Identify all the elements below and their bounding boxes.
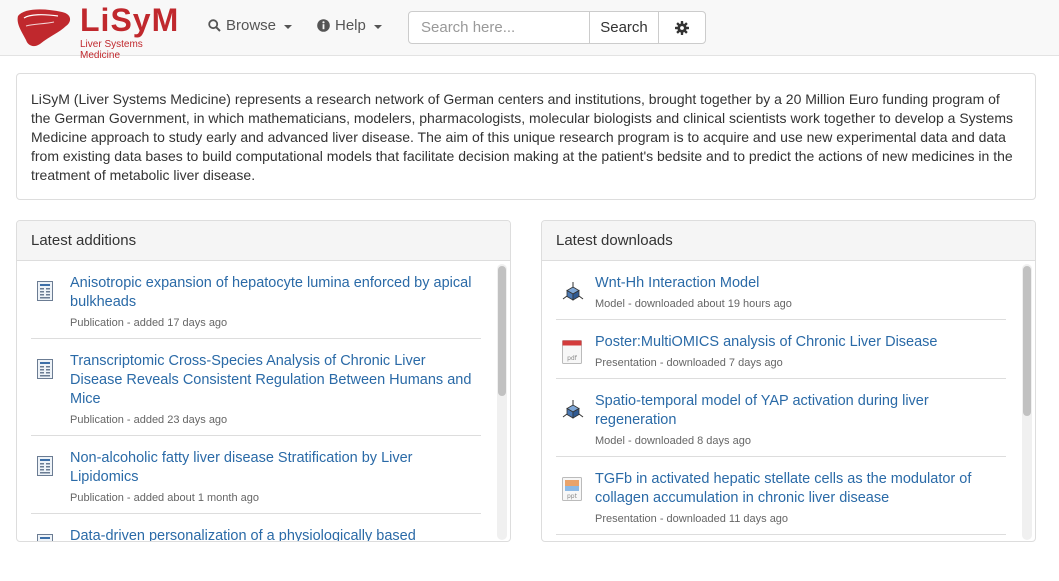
model-icon <box>562 399 584 421</box>
list-item[interactable]: pdf Poster:MultiOMICS analysis of Chronic… <box>556 320 1006 379</box>
liver-logo-icon <box>17 9 71 47</box>
gear-icon <box>675 20 689 35</box>
item-title-link[interactable]: Data-driven personalization of a physiol… <box>70 527 481 541</box>
item-meta: Publication - added 23 days ago <box>70 414 228 426</box>
top-navbar: LiSyM Liver Systems Medicine Browse Help… <box>0 0 1059 61</box>
item-title-link[interactable]: Anisotropic expansion of hepatocyte lumi… <box>70 274 481 312</box>
item-title-link[interactable]: Spatio-temporal model of YAP activation … <box>595 392 1006 430</box>
search-input[interactable] <box>408 11 590 44</box>
item-title-link[interactable]: Transcriptomic Cross-Species Analysis of… <box>70 352 481 409</box>
list-item[interactable]: Non-alcoholic fatty liver disease Strati… <box>31 436 481 514</box>
list-item[interactable]: Spatio-temporal model of YAP activation … <box>556 379 1006 457</box>
scrollbar-thumb[interactable] <box>498 266 506 396</box>
chevron-down-icon <box>284 24 293 29</box>
item-title-link[interactable]: Poster:MultiOMICS analysis of Chronic Li… <box>595 333 1006 352</box>
list-item[interactable]: ppt TGFb in activated hepatic stellate ce… <box>556 457 1006 535</box>
info-icon <box>317 19 330 32</box>
list-item[interactable]: Data-driven personalization of a physiol… <box>31 514 481 541</box>
latest-additions-list: Anisotropic expansion of hepatocyte lumi… <box>31 261 481 541</box>
item-title-link[interactable]: TGFb in activated hepatic stellate cells… <box>595 470 1006 508</box>
nav-browse-label: Browse <box>226 17 277 34</box>
about-text: LiSyM (Liver Systems Medicine) represent… <box>31 91 1013 183</box>
item-meta: Publication - added about 1 month ago <box>70 492 259 504</box>
latest-downloads-panel: Latest downloads Wnt-Hh Interaction Mode… <box>541 220 1036 542</box>
about-panel: LiSyM (Liver Systems Medicine) represent… <box>16 73 1036 200</box>
latest-downloads-list: Wnt-Hh Interaction Model Model - download… <box>556 261 1006 541</box>
brand-logo[interactable]: LiSyM Liver Systems Medicine <box>14 2 182 61</box>
svg-text:pdf: pdf <box>567 355 578 362</box>
chevron-down-icon <box>373 24 382 29</box>
svg-text:ppt: ppt <box>567 493 578 500</box>
nav-help-label: Help <box>335 17 366 34</box>
nav-browse[interactable]: Browse <box>208 17 293 34</box>
latest-additions-body[interactable]: Anisotropic expansion of hepatocyte lumi… <box>17 261 510 541</box>
latest-downloads-heading: Latest downloads <box>542 221 1035 261</box>
item-meta: Model - downloaded 8 days ago <box>595 435 751 447</box>
item-meta: Presentation - downloaded 7 days ago <box>595 357 783 369</box>
latest-downloads-body[interactable]: Wnt-Hh Interaction Model Model - download… <box>542 261 1035 541</box>
latest-additions-panel: Latest additions Anisotropic expansion o… <box>16 220 511 542</box>
publication-icon <box>37 534 57 541</box>
brand-title: LiSyM <box>80 2 180 38</box>
scrollbar[interactable] <box>497 264 507 540</box>
item-meta: Presentation - downloaded 11 days ago <box>595 513 789 525</box>
nav-help[interactable]: Help <box>317 17 382 34</box>
item-meta: Publication - added 17 days ago <box>70 317 228 329</box>
item-title-link[interactable]: Wnt-Hh Interaction Model <box>595 274 1006 293</box>
latest-additions-heading: Latest additions <box>17 221 510 261</box>
brand-subtitle: Liver Systems Medicine <box>80 39 143 61</box>
search-icon <box>208 19 221 32</box>
scrollbar-thumb[interactable] <box>1023 266 1031 416</box>
item-meta: Model - downloaded about 19 hours ago <box>595 298 792 310</box>
ppt-icon: ppt <box>562 477 582 501</box>
scrollbar[interactable] <box>1022 264 1032 540</box>
item-title-link[interactable]: Non-alcoholic fatty liver disease Strati… <box>70 449 481 487</box>
search-button[interactable]: Search <box>589 11 659 44</box>
settings-button[interactable] <box>658 11 706 44</box>
publication-icon <box>37 359 57 381</box>
publication-icon <box>37 281 57 303</box>
publication-icon <box>37 456 57 478</box>
model-icon <box>562 281 584 303</box>
list-item[interactable]: Wnt-Hh Interaction Model Model - download… <box>556 261 1006 320</box>
list-item[interactable]: Anisotropic expansion of hepatocyte lumi… <box>31 261 481 339</box>
list-item[interactable]: pdfPoster 18_Hengstler_LiSyM Midterm Eva… <box>556 535 1006 541</box>
pdf-icon: pdf <box>562 340 582 364</box>
list-item[interactable]: Transcriptomic Cross-Species Analysis of… <box>31 339 481 436</box>
